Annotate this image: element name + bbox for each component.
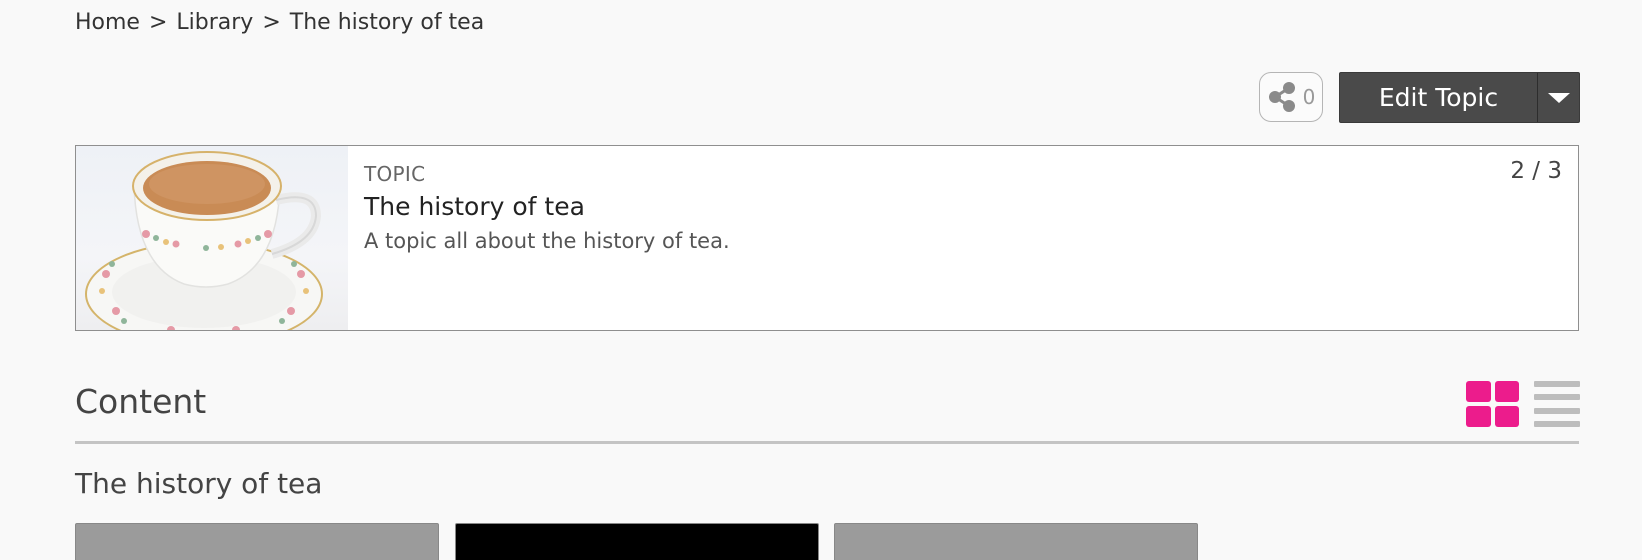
topic-body: TOPIC The history of tea A topic all abo… [348, 146, 1578, 330]
share-icon [1268, 82, 1295, 112]
teacup-image [85, 151, 323, 330]
content-heading: Content [75, 382, 207, 421]
breadcrumb: Home > Library > The history of tea [75, 10, 484, 35]
list-view-icon [1534, 394, 1580, 401]
topic-title[interactable]: The history of tea [364, 192, 1562, 221]
content-tile[interactable] [75, 523, 439, 560]
grid-view-icon [1466, 381, 1491, 402]
topic-pager: 2 / 3 [1510, 158, 1562, 184]
topic-card: TOPIC The history of tea A topic all abo… [75, 145, 1579, 331]
list-view-icon [1534, 420, 1580, 427]
section-heading: The history of tea [75, 467, 323, 500]
share-count: 0 [1302, 85, 1316, 109]
grid-view-toggle[interactable] [1466, 381, 1519, 427]
grid-view-icon [1494, 406, 1519, 427]
list-view-icon [1534, 407, 1580, 414]
breadcrumb-home[interactable]: Home [75, 10, 140, 35]
page: Home > Library > The history of tea 0 Ed… [0, 0, 1642, 560]
topic-description: A topic all about the history of tea. [364, 229, 730, 253]
content-tile[interactable] [834, 523, 1198, 560]
caret-down-icon [1547, 92, 1570, 103]
list-view-icon [1534, 381, 1580, 387]
content-tile[interactable] [455, 523, 819, 560]
breadcrumb-library[interactable]: Library [176, 10, 253, 35]
list-view-toggle[interactable] [1534, 381, 1580, 427]
edit-topic-button[interactable]: Edit Topic [1340, 73, 1537, 122]
edit-topic-button-group: Edit Topic [1339, 72, 1580, 123]
breadcrumb-current: The history of tea [289, 10, 485, 35]
grid-view-icon [1494, 381, 1519, 402]
breadcrumb-separator: > [148, 10, 168, 35]
content-divider [75, 441, 1579, 444]
breadcrumb-separator: > [262, 10, 281, 35]
share-button[interactable]: 0 [1259, 72, 1323, 122]
topic-kind-label: TOPIC [364, 162, 426, 186]
grid-view-icon [1466, 406, 1491, 427]
topic-thumbnail [76, 146, 348, 330]
edit-topic-dropdown-toggle[interactable] [1537, 73, 1579, 122]
